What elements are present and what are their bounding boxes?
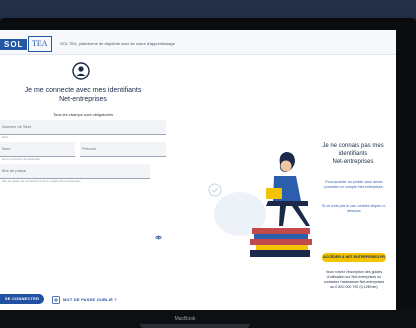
login-title: Je me connecte avec mes identifiants Net…	[0, 86, 166, 104]
name-placeholder: Nom	[2, 146, 11, 151]
register-instruction: Si ce n'est pas le cas, veuillez cliquer…	[322, 204, 387, 213]
siret-field[interactable]: Numéro de Siret	[0, 120, 166, 135]
register-title-line2: identifiants	[338, 151, 368, 157]
register-title: Je ne connais pas mes identifiants Net-e…	[320, 142, 386, 166]
firstname-placeholder: Prénom	[82, 146, 97, 151]
laptop-notch	[140, 324, 250, 328]
app-header: SOL TEA SOL TEA, plateforme de dépôt/de …	[0, 30, 396, 55]
login-title-line1: Je me connecte avec mes identifiants	[24, 87, 142, 94]
eye-icon[interactable]	[155, 235, 162, 240]
required-note: Tous les champs sont obligatoires	[52, 112, 114, 117]
password-field[interactable]: Mot de passe	[0, 164, 150, 179]
siret-placeholder: Numéro de Siret	[2, 124, 32, 129]
siret-hint: Siret	[2, 135, 9, 139]
access-net-entreprises-button[interactable]: ACCÉDER À NET-ENTREPRISES.FR	[322, 253, 386, 262]
forgot-password-label: MOT DE PASSE OUBLIÉ ?	[63, 297, 117, 302]
login-title-line2: Net-entreprises	[59, 96, 107, 103]
password-placeholder: Mot de passe	[2, 168, 27, 173]
sol-logo[interactable]: SOL	[0, 39, 28, 50]
header-description: SOL TEA, plateforme de dépôt/de suivi de…	[60, 41, 175, 46]
name-hint: Nom et prénom du déclarant	[2, 157, 41, 161]
forgot-password-link[interactable]: MOT DE PASSE OUBLIÉ ?	[52, 295, 117, 304]
user-circle-icon	[72, 62, 90, 80]
register-help: Vous n'avez l'inscription des guides d'u…	[323, 270, 385, 289]
device-label: MacBook	[174, 316, 196, 322]
reading-illustration	[208, 152, 312, 257]
firstname-field[interactable]: Prénom	[80, 142, 166, 157]
login-page: SOL TEA SOL TEA, plateforme de dépôt/de …	[0, 30, 396, 310]
register-intro: Pour accéder au portail, vous devez poss…	[324, 180, 384, 189]
register-title-line1: Je ne connais pas mes	[322, 143, 384, 149]
password-hint: Mot de passe de connexion à votre espace…	[2, 179, 81, 183]
register-title-line3: Net-entreprises	[332, 159, 374, 165]
name-field[interactable]: Nom	[0, 142, 75, 157]
register-panel: Je ne connais pas mes identifiants Net-e…	[200, 54, 396, 310]
reset-icon	[52, 295, 60, 304]
connect-button[interactable]: SE CONNECTER	[0, 294, 44, 304]
login-panel: Je me connecte avec mes identifiants Net…	[0, 54, 200, 310]
tea-logo[interactable]: TEA	[28, 36, 52, 52]
